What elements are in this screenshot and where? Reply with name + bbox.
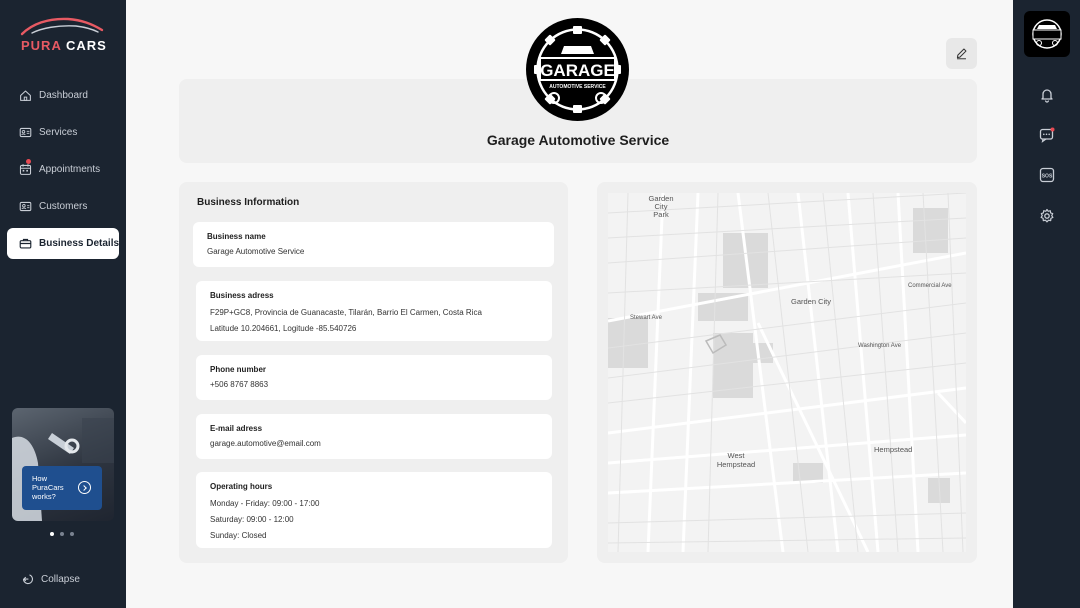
logo-main-text: GARAGE xyxy=(540,61,615,80)
notification-dot xyxy=(26,159,31,164)
sidebar-item-services[interactable]: Services xyxy=(7,117,119,148)
map-label: Stewart Ave xyxy=(630,315,662,321)
car-silhouette-icon xyxy=(20,17,104,36)
carousel-dot[interactable] xyxy=(70,532,74,536)
operating-hours-field[interactable]: Operating hours Monday - Friday: 09:00 -… xyxy=(196,472,552,548)
section-title: Business Information xyxy=(197,197,300,208)
garage-avatar-art xyxy=(1032,19,1062,49)
pura-cars-logo[interactable]: PURA CARS xyxy=(18,16,110,56)
phone-number-field[interactable]: Phone number +506 8767 8863 xyxy=(196,355,552,400)
field-value: F29P+GC8, Provincia de Guanacaste, Tilar… xyxy=(210,308,482,317)
business-name-field[interactable]: Business name Garage Automotive Service xyxy=(193,222,554,267)
field-value: Monday - Friday: 09:00 - 17:00 xyxy=(210,499,320,508)
garage-logo-art: GARAGE AUTOMOTIVE SERVICE xyxy=(534,26,621,113)
sidebar-item-business-details[interactable]: Business Details xyxy=(7,228,119,259)
field-label: Business name xyxy=(207,232,266,241)
pencil-icon xyxy=(956,48,967,60)
brand-word-1: PURA xyxy=(21,38,62,53)
chat-icon[interactable] xyxy=(1039,127,1055,143)
location-map[interactable]: Garden City Park Garden City West Hempst… xyxy=(608,193,966,552)
carousel-dot[interactable] xyxy=(60,532,64,536)
how-it-works-promo[interactable]: How PuraCars works? xyxy=(12,408,114,521)
gear-icon[interactable] xyxy=(1039,208,1055,224)
left-sidebar: PURA CARS Dashboard Services Appointment… xyxy=(0,0,126,608)
right-rail: SOS xyxy=(1013,0,1080,608)
carousel-dots xyxy=(50,532,74,536)
sidebar-item-label: Customers xyxy=(39,201,88,212)
field-value: garage.automotive@email.com xyxy=(210,439,321,448)
main-content: GARAGE AUTOMOTIVE SERVICE Garage Automot… xyxy=(126,0,1013,608)
home-icon xyxy=(20,90,31,101)
promo-text: How PuraCars works? xyxy=(32,474,64,501)
map-label: Hempstead xyxy=(874,445,913,454)
edit-button[interactable] xyxy=(946,38,977,69)
sidebar-item-customers[interactable]: Customers xyxy=(7,191,119,222)
sidebar-item-dashboard[interactable]: Dashboard xyxy=(7,80,119,111)
chevron-right-icon[interactable] xyxy=(78,481,91,494)
bell-icon[interactable] xyxy=(1039,87,1055,103)
calendar-icon xyxy=(19,164,32,175)
field-label: Business adress xyxy=(210,291,274,300)
collapse-icon xyxy=(22,574,34,585)
collapse-button[interactable]: Collapse xyxy=(22,573,80,585)
brand-word-2: CARS xyxy=(65,38,107,53)
email-field[interactable]: E-mail adress garage.automotive@email.co… xyxy=(196,414,552,459)
sidebar-item-label: Appointments xyxy=(39,164,101,175)
profile-avatar[interactable] xyxy=(1024,11,1070,57)
field-value: Sunday: Closed xyxy=(210,531,267,540)
map-streets xyxy=(608,193,966,552)
map-label: West Hempstead xyxy=(716,451,756,469)
briefcase-icon xyxy=(19,238,32,249)
sos-icon[interactable]: SOS xyxy=(1039,167,1055,183)
field-value: Saturday: 09:00 - 12:00 xyxy=(210,515,294,524)
field-label: Operating hours xyxy=(210,482,273,491)
field-label: Phone number xyxy=(210,365,267,374)
sidebar-item-appointments[interactable]: Appointments xyxy=(7,154,119,185)
field-value: +506 8767 8863 xyxy=(210,380,269,389)
id-card-icon xyxy=(19,127,32,138)
logo-sub-text: AUTOMOTIVE SERVICE xyxy=(549,84,606,90)
business-info-panel: Business Information Business name Garag… xyxy=(179,182,568,563)
map-label: Commercial Ave xyxy=(908,283,952,289)
field-value: Garage Automotive Service xyxy=(207,247,305,256)
contact-card-icon xyxy=(19,201,32,212)
field-label: E-mail adress xyxy=(210,424,263,433)
business-address-field[interactable]: Business adress F29P+GC8, Provincia de G… xyxy=(196,281,552,341)
map-label: Washington Ave xyxy=(858,343,902,349)
sidebar-item-label: Business Details xyxy=(39,238,120,249)
field-value: Latitude 10.204661, Logitude -85.540726 xyxy=(210,324,357,333)
sidebar-item-label: Services xyxy=(39,127,78,138)
collapse-label: Collapse xyxy=(41,573,80,585)
map-panel: Garden City Park Garden City West Hempst… xyxy=(597,182,977,563)
business-name-title: Garage Automotive Service xyxy=(486,132,670,148)
sidebar-item-label: Dashboard xyxy=(39,90,88,101)
business-logo: GARAGE AUTOMOTIVE SERVICE xyxy=(526,18,629,121)
carousel-dot[interactable] xyxy=(50,532,54,536)
svg-text:SOS: SOS xyxy=(1042,173,1053,179)
promo-card[interactable]: How PuraCars works? xyxy=(22,466,102,510)
map-label: Garden City xyxy=(791,297,832,306)
map-label: Garden City Park xyxy=(648,194,674,219)
